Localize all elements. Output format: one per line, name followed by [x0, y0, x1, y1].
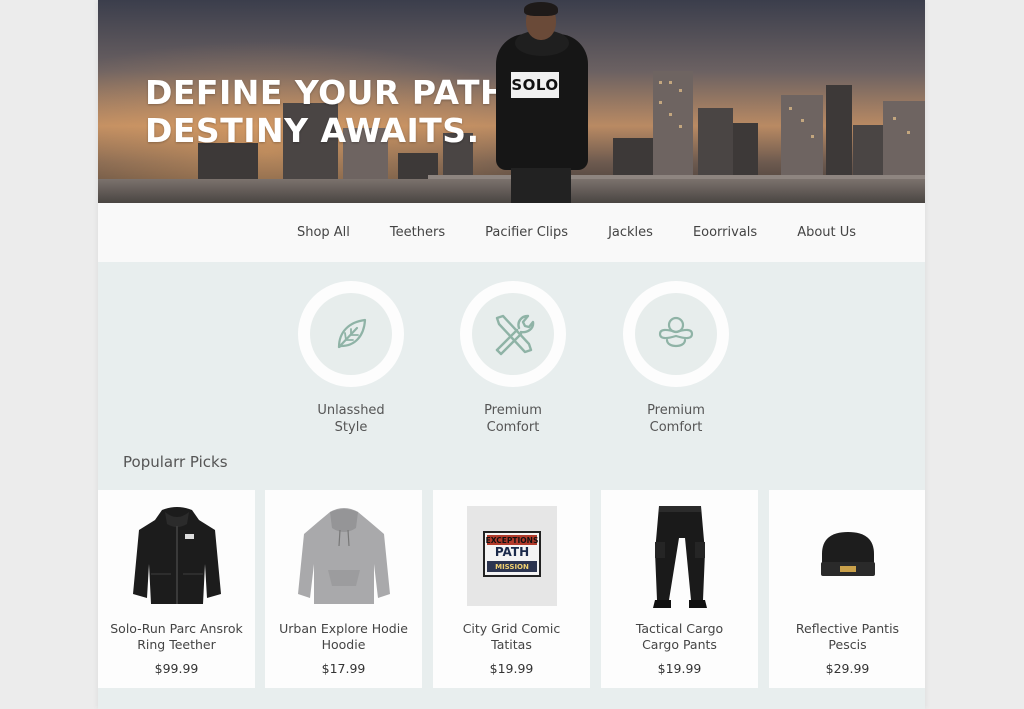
product-card[interactable]: Solo-Run Parc Ansrok Ring Teether $99.99: [98, 490, 255, 688]
product-name: Reflective Pantis Pescis: [773, 621, 922, 653]
product-price: $19.99: [489, 661, 534, 676]
feature-label-line1: Premium: [484, 403, 542, 418]
product-image: EXCEPTIONS PATH MISSION: [433, 500, 590, 612]
feature-icon-bg: [310, 293, 392, 375]
poster-image: EXCEPTIONS PATH MISSION: [466, 506, 557, 606]
product-name-line1: Urban Explore Hodie: [279, 621, 408, 636]
nav-pacifier-clips[interactable]: Pacifier Clips: [485, 225, 568, 240]
product-image: [265, 500, 422, 612]
product-image: [769, 500, 925, 612]
product-name-line2: Tatitas: [491, 637, 532, 652]
hero-banner: DEFINE YOUR PATH. DESTINY AWAITS. SOLO: [98, 0, 925, 203]
product-name-line2: Pescis: [828, 637, 867, 652]
cargo-pants-image: [652, 506, 707, 608]
product-name-line2: Ring Teether: [137, 637, 216, 652]
hero-headline: DEFINE YOUR PATH. DESTINY AWAITS.: [145, 74, 521, 150]
product-name: Solo-Run Parc Ansrok Ring Teether: [102, 621, 251, 653]
feature-label-line1: Unlasshed: [317, 403, 385, 418]
product-name: Tactical Cargo Cargo Pants: [605, 621, 754, 653]
product-price: $29.99: [825, 661, 870, 676]
main-nav: Shop All Teethers Pacifier Clips Jackles…: [98, 203, 925, 262]
poster-text-3: MISSION: [495, 563, 529, 571]
section-title: Popularr Picks: [123, 453, 228, 471]
product-name-line2: Cargo Pants: [642, 637, 717, 652]
product-name-line1: Solo-Run Parc Ansrok: [110, 621, 243, 636]
product-price: $19.99: [657, 661, 702, 676]
product-price: $99.99: [154, 661, 199, 676]
nav-about-us[interactable]: About Us: [797, 225, 856, 240]
tools-icon: [495, 314, 535, 356]
product-name-line2: Hoodie: [321, 637, 366, 652]
feature-comfort-2: Premium Comfort: [621, 281, 731, 436]
feature-circle: [623, 281, 729, 387]
feature-comfort: Premium Comfort: [458, 281, 568, 436]
product-card[interactable]: Urban Explore Hodie Hoodie $17.99: [265, 490, 422, 688]
building: [883, 101, 925, 183]
feature-label-line1: Premium: [647, 403, 705, 418]
feature-label: Premium Comfort: [458, 402, 568, 436]
building: [781, 95, 823, 183]
building: [733, 123, 758, 183]
leaf-icon: [337, 318, 367, 349]
hoodie-print: SOLO: [511, 72, 559, 98]
feature-style: Unlasshed Style: [296, 281, 406, 436]
model-legs: [511, 168, 571, 203]
product-card[interactable]: EXCEPTIONS PATH MISSION City Grid Comic …: [433, 490, 590, 688]
product-image: [98, 500, 255, 612]
product-price: $17.99: [321, 661, 366, 676]
hoodie-image: [297, 508, 390, 604]
nav-arrivals[interactable]: Eoorrivals: [693, 225, 757, 240]
jacket-image: [132, 507, 221, 604]
nav-shop-all[interactable]: Shop All: [297, 225, 350, 240]
product-name-line1: City Grid Comic: [462, 621, 561, 636]
feature-label-line2: Comfort: [649, 420, 703, 435]
feature-circle: [298, 281, 404, 387]
product-name: City Grid Comic Tatitas: [437, 621, 586, 653]
product-image: [601, 500, 758, 612]
pacifier-icon: [658, 316, 694, 348]
building: [826, 85, 852, 183]
feature-label-line2: Style: [334, 420, 368, 435]
hero-headline-line1: DEFINE YOUR PATH.: [145, 73, 522, 112]
nav-teethers[interactable]: Teethers: [390, 225, 445, 240]
product-name-line1: Tactical Cargo: [635, 621, 724, 636]
feature-icon-bg: [635, 293, 717, 375]
poster-text-1: EXCEPTIONS: [485, 536, 538, 545]
page: DEFINE YOUR PATH. DESTINY AWAITS. SOLO S…: [98, 0, 925, 709]
product-card[interactable]: Tactical Cargo Cargo Pants $19.99: [601, 490, 758, 688]
model-hair: [524, 2, 558, 16]
product-name: Urban Explore Hodie Hoodie: [269, 621, 418, 653]
bottom-band: [98, 688, 925, 709]
nav-jackles[interactable]: Jackles: [608, 225, 653, 240]
beanie-image: [820, 532, 875, 576]
feature-circle: [460, 281, 566, 387]
feature-label: Unlasshed Style: [296, 402, 406, 436]
building: [698, 108, 733, 183]
product-name-line1: Reflective Pantis: [795, 621, 900, 636]
feature-icon-bg: [472, 293, 554, 375]
hero-model: SOLO: [493, 0, 593, 203]
product-card[interactable]: Reflective Pantis Pescis $29.99: [769, 490, 925, 688]
hero-headline-line2: DESTINY AWAITS.: [145, 111, 480, 150]
feature-label: Premium Comfort: [621, 402, 731, 436]
building: [653, 71, 693, 183]
feature-label-line2: Comfort: [486, 420, 540, 435]
poster-text-2: PATH: [494, 545, 528, 559]
